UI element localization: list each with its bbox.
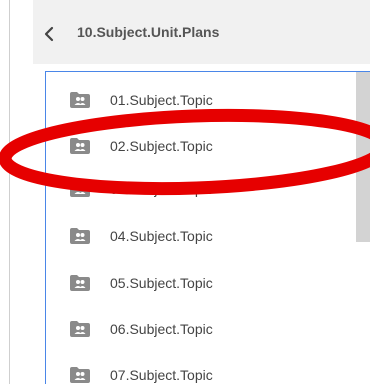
shared-folder-icon	[70, 181, 90, 197]
chevron-left-icon	[38, 23, 60, 45]
folder-item-02[interactable]: 02.Subject.Topic	[46, 132, 356, 162]
folder-list[interactable]: 01.Subject.Topic 02.Subject.Topic 03.Sub…	[45, 71, 370, 384]
folder-item-05[interactable]: 05.Subject.Topic	[46, 269, 356, 299]
shared-folder-icon	[70, 321, 90, 337]
folder-item-label: 05.Subject.Topic	[110, 275, 213, 291]
folder-item-label: 01.Subject.Topic	[110, 92, 213, 108]
shared-folder-icon	[70, 92, 90, 108]
current-folder-title: 10.Subject.Unit.Plans	[77, 24, 220, 40]
shared-folder-icon	[70, 367, 90, 383]
shared-folder-icon	[70, 138, 90, 154]
scrollbar-thumb[interactable]	[356, 72, 370, 242]
folder-item-03[interactable]: 03.Subject.Topic	[46, 175, 356, 205]
folder-item-label: 04.Subject.Topic	[110, 228, 213, 244]
folder-item-label: 02.Subject.Topic	[110, 138, 213, 154]
back-button[interactable]	[38, 23, 60, 45]
folder-item-04[interactable]: 04.Subject.Topic	[46, 222, 356, 252]
folder-item-label: 07.Subject.Topic	[110, 367, 213, 383]
shared-folder-icon	[70, 275, 90, 291]
left-divider	[9, 0, 10, 384]
folder-item-07[interactable]: 07.Subject.Topic	[46, 361, 356, 384]
folder-picker: 10.Subject.Unit.Plans 01.Subject.Topic 0…	[0, 0, 370, 384]
folder-item-01[interactable]: 01.Subject.Topic	[46, 86, 356, 116]
folder-item-label: 06.Subject.Topic	[110, 321, 213, 337]
folder-item-06[interactable]: 06.Subject.Topic	[46, 315, 356, 345]
shared-folder-icon	[70, 228, 90, 244]
folder-item-label: 03.Subject.Topic	[110, 181, 213, 197]
